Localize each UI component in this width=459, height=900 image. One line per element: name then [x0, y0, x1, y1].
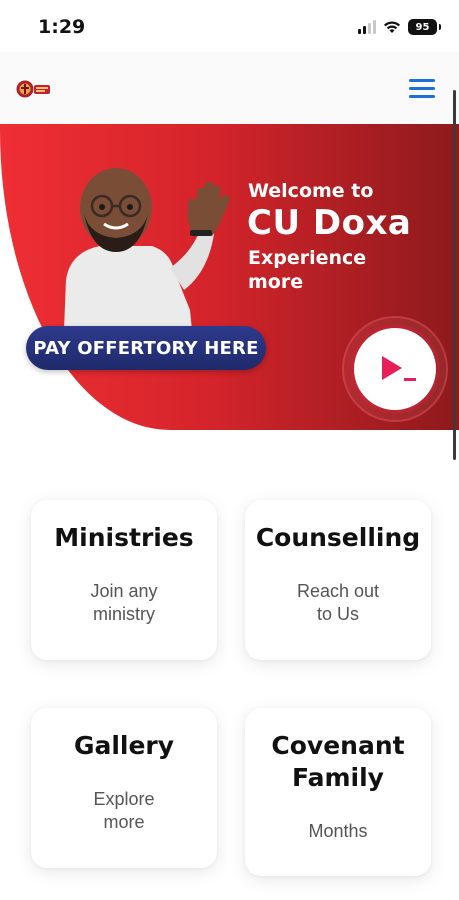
ministries-subtitle-line2: ministry	[93, 604, 155, 624]
status-time: 1:29	[38, 16, 86, 38]
hero-tagline-line2: more	[248, 271, 304, 293]
ministries-subtitle: Join any ministry	[31, 580, 217, 626]
ministries-subtitle-line1: Join any	[90, 581, 158, 601]
waving-avatar-image	[64, 168, 230, 330]
hero-welcome: Welcome to	[248, 180, 374, 202]
church-logo-icon[interactable]	[16, 78, 52, 100]
counselling-title: Counselling	[255, 523, 421, 552]
gallery-card[interactable]: Gallery Explore more	[31, 708, 217, 868]
gallery-subtitle: Explore more	[31, 788, 217, 834]
covenant-title-line1: Covenant	[271, 731, 405, 760]
counselling-subtitle-line1: Reach out	[296, 581, 380, 601]
gallery-subtitle-line2: more	[103, 812, 145, 832]
covenant-subtitle: Months	[245, 820, 431, 843]
ministries-title: Ministries	[54, 523, 194, 552]
counselling-subtitle: Reach out to Us	[245, 580, 431, 626]
hero-tagline-line1: Experience	[248, 247, 367, 269]
covenant-title-line2: Family	[292, 763, 384, 792]
status-icons: 95	[358, 18, 441, 36]
covenant-family-card[interactable]: Covenant Family Months	[245, 708, 431, 876]
hero-brand-title: CU Doxa	[247, 203, 412, 243]
app-header	[0, 52, 459, 124]
scrollbar[interactable]	[453, 90, 456, 460]
status-bar: 1:29 95	[0, 0, 459, 52]
play-cursor-icon	[382, 356, 416, 381]
signal-icon	[358, 20, 376, 34]
wifi-icon	[384, 21, 400, 33]
gallery-subtitle-line1: Explore	[93, 789, 155, 809]
hamburger-menu-icon[interactable]	[409, 79, 435, 99]
gallery-title: Gallery	[73, 731, 175, 760]
counselling-subtitle-line2: to Us	[316, 604, 359, 624]
covenant-subtitle-line1: Months	[308, 821, 368, 841]
battery-icon: 95	[408, 19, 441, 35]
pay-offertory-button[interactable]: PAY OFFERTORY HERE	[26, 326, 266, 370]
counselling-card[interactable]: Counselling Reach out to Us	[245, 500, 431, 660]
ministries-card[interactable]: Ministries Join any ministry	[31, 500, 217, 660]
